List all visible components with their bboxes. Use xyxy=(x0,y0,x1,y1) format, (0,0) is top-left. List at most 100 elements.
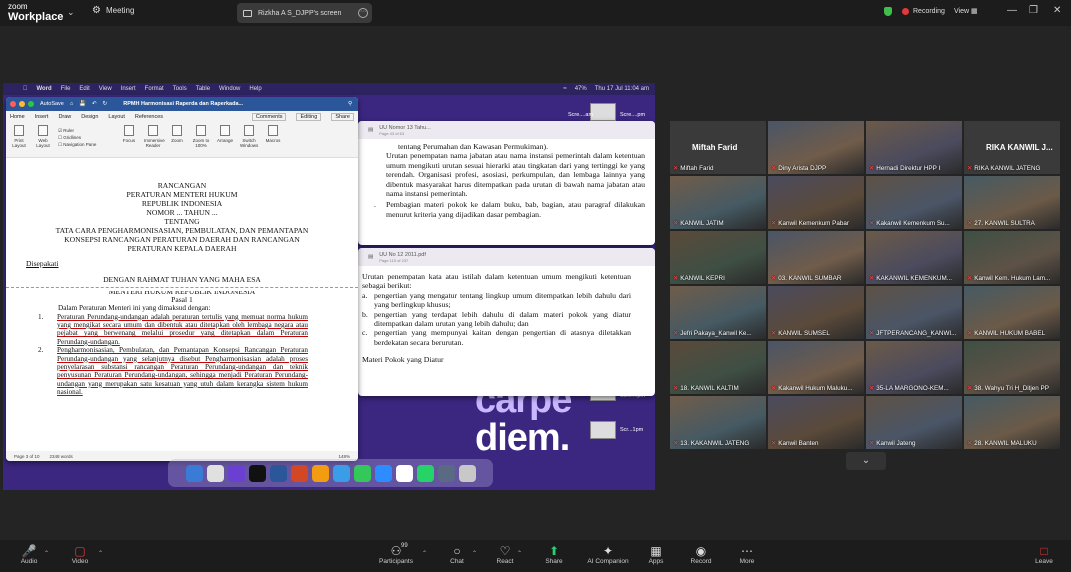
more-options-icon[interactable]: ⋯ xyxy=(358,8,368,18)
participants-button[interactable]: ⚇ 99 Participants xyxy=(374,543,418,565)
preview-window-uu12[interactable]: ▤ UU No 12 2011.pdf Page 115 of 237 Urut… xyxy=(358,248,655,396)
participant-tile[interactable]: ✕ 18. KANWIL KALTIM xyxy=(670,341,766,394)
zoom-100-button[interactable]: Zoom to 100% xyxy=(192,125,210,154)
participant-tile[interactable]: ✕ 35-LA MARGONO-KEM... xyxy=(866,341,962,394)
zoom-app-icon[interactable] xyxy=(374,464,392,482)
participant-tile[interactable]: ✕ Kanwil Kem. Hukum Lam... xyxy=(964,231,1060,284)
participant-tile[interactable]: ✕ 28. KANWIL MALUKU xyxy=(964,396,1060,449)
gallery-page-down-icon[interactable]: ⌄ xyxy=(846,452,886,470)
word-document-page[interactable]: RANCANGAN PERATURAN MENTERI HUKUM REPUBL… xyxy=(6,159,358,449)
tab-meeting[interactable]: ⚙ Meeting xyxy=(92,5,134,16)
close-window-icon[interactable] xyxy=(10,101,16,107)
apps-button[interactable]: ▦ Apps xyxy=(634,544,678,565)
share-screen-button[interactable]: ⬆ Share xyxy=(532,544,576,565)
redo-icon[interactable]: ↻ xyxy=(103,101,108,107)
save-icon[interactable]: 💾 xyxy=(79,101,86,107)
participant-tile[interactable]: ✕ JFTPERANCANG_KANWI... xyxy=(866,286,962,339)
participant-tile[interactable]: ✕ KAKANWIL KEMENKUM... xyxy=(866,231,962,284)
finder-icon[interactable] xyxy=(185,464,203,482)
tab-references[interactable]: References xyxy=(135,114,163,120)
sidebar-toggle-icon[interactable]: ▤ xyxy=(368,127,373,133)
word-window[interactable]: AutoSave ⌂ 💾 ↶ ↻ RPMH Harmonisasi Raperd… xyxy=(6,97,358,461)
record-button[interactable]: ◉ Record xyxy=(679,544,723,565)
participant-tile[interactable]: RIKA KANWIL J... ✕ RIKA KANWIL JATENG xyxy=(964,121,1060,174)
powerpoint-icon[interactable] xyxy=(290,464,308,482)
video-button[interactable]: ▢ Video xyxy=(58,544,102,565)
home-icon[interactable]: ⌂ xyxy=(70,101,73,107)
view-button[interactable]: View ▦ xyxy=(954,7,978,15)
share-button[interactable]: Share xyxy=(331,112,354,121)
chevron-up-icon[interactable]: ⌃ xyxy=(472,550,477,557)
app-icon[interactable] xyxy=(227,464,245,482)
sidebar-toggle-icon[interactable]: ▤ xyxy=(368,254,373,260)
participant-tile[interactable]: ✕ Kanwil Jateng xyxy=(866,396,962,449)
zoom-level[interactable]: 148% xyxy=(338,454,350,459)
minimize-window-icon[interactable] xyxy=(19,101,25,107)
chevron-up-icon[interactable]: ⌃ xyxy=(98,550,103,557)
participant-tile[interactable]: ✕ Kakanwil Hukum Maluku... xyxy=(768,341,864,394)
trash-icon[interactable] xyxy=(458,464,476,482)
participant-tile[interactable]: ✕ 38. Wahyu Tri H_Ditjen PP xyxy=(964,341,1060,394)
tab-draw[interactable]: Draw xyxy=(58,114,71,120)
maximize-icon[interactable]: ❐ xyxy=(1029,5,1038,16)
editing-button[interactable]: Editing xyxy=(296,112,322,121)
tab-insert[interactable]: Insert xyxy=(35,114,49,120)
tab-design[interactable]: Design xyxy=(81,114,98,120)
chevron-up-icon[interactable]: ⌃ xyxy=(44,550,49,557)
participant-tile[interactable]: ✕ Hernadi Direktur HPP I xyxy=(866,121,962,174)
word-icon[interactable] xyxy=(269,464,287,482)
macros-button[interactable]: Macros xyxy=(264,125,282,154)
zoom-logo[interactable]: zoom Workplace xyxy=(8,2,68,23)
ai-companion-button[interactable]: ✦ AI Companion xyxy=(580,544,636,565)
participant-tile[interactable]: ✕ Diny Arista DJPP xyxy=(768,121,864,174)
participant-tile[interactable]: ✕ 13. KAKANWIL JATENG xyxy=(670,396,766,449)
navigation-pane-checkbox[interactable]: ☐ Navigation Pane xyxy=(58,141,114,148)
security-shield-icon[interactable] xyxy=(884,7,892,16)
participant-tile[interactable]: ✕ Kakanwil Kemenkum Su... xyxy=(866,176,962,229)
autosave-label[interactable]: AutoSave xyxy=(40,101,64,107)
switch-windows-button[interactable]: Switch Windows xyxy=(240,125,258,154)
launchpad-icon[interactable] xyxy=(206,464,224,482)
participant-tile[interactable]: ✕ Jefri Pakaya_Kanwil Ke... xyxy=(670,286,766,339)
shared-screen[interactable]:  Word File Edit View Insert Format Tool… xyxy=(3,83,655,490)
participant-tile[interactable]: ✕ KANWIL JATIM xyxy=(670,176,766,229)
immersive-reader-button[interactable]: Immersive Reader xyxy=(144,125,165,154)
zoom-window-icon[interactable] xyxy=(28,101,34,107)
leave-button[interactable]: □ Leave xyxy=(1022,544,1066,565)
tab-layout[interactable]: Layout xyxy=(108,114,125,120)
participant-tile[interactable]: ✕ 03. KANWIL SUMBAR xyxy=(768,231,864,284)
more-button[interactable]: ⋯ More xyxy=(725,544,769,565)
app-icon[interactable] xyxy=(437,464,455,482)
ruler-checkbox[interactable]: ☑ Ruler xyxy=(58,127,114,134)
search-icon[interactable]: ⚲ xyxy=(348,101,352,107)
participant-tile[interactable]: ✕ Kanwil Banten xyxy=(768,396,864,449)
focus-button[interactable]: Focus xyxy=(120,125,138,154)
close-icon[interactable]: ✕ xyxy=(1053,5,1061,16)
arrange-button[interactable]: Arrange xyxy=(216,125,234,154)
participant-tile[interactable]: Miftah Farid ✕ Miftah Farid xyxy=(670,121,766,174)
notion-icon[interactable] xyxy=(248,464,266,482)
books-icon[interactable] xyxy=(311,464,329,482)
recording-indicator[interactable]: Recording xyxy=(884,7,945,16)
tab-home[interactable]: Home xyxy=(10,114,25,120)
zoom-button[interactable]: Zoom xyxy=(168,125,186,154)
participant-tile[interactable]: ✕ KANWIL KEPRI xyxy=(670,231,766,284)
participant-tile[interactable]: ✕ 27. KANWIL SULTRA xyxy=(964,176,1060,229)
print-layout-button[interactable]: Print Layout xyxy=(10,125,28,154)
preview-window-uu13[interactable]: ▤ UU Nomor 13 Tahu... Page 43 of 63 tent… xyxy=(358,121,655,245)
messages-icon[interactable] xyxy=(353,464,371,482)
calendar-icon[interactable] xyxy=(395,464,413,482)
minimize-icon[interactable]: — xyxy=(1007,5,1017,16)
chevron-up-icon[interactable]: ⌃ xyxy=(517,550,522,557)
comments-button[interactable]: Comments xyxy=(251,112,287,121)
preview-icon[interactable] xyxy=(332,464,350,482)
gridlines-checkbox[interactable]: ☐ Gridlines xyxy=(58,134,114,141)
participant-tile[interactable]: ✕ Kanwil Kemenkum Pabar xyxy=(768,176,864,229)
chevron-down-icon[interactable]: ⌄ xyxy=(67,7,75,18)
participant-tile[interactable]: ✕ KANWIL SUMSEL xyxy=(768,286,864,339)
chevron-up-icon[interactable]: ⌃ xyxy=(422,550,427,557)
participant-tile[interactable]: ✕ KANWIL HUKUM BABEL xyxy=(964,286,1060,339)
undo-icon[interactable]: ↶ xyxy=(92,101,97,107)
tab-shared-screen[interactable]: Rizkha A S_DJPP's screen ⋯ xyxy=(237,3,372,23)
whatsapp-icon[interactable] xyxy=(416,464,434,482)
